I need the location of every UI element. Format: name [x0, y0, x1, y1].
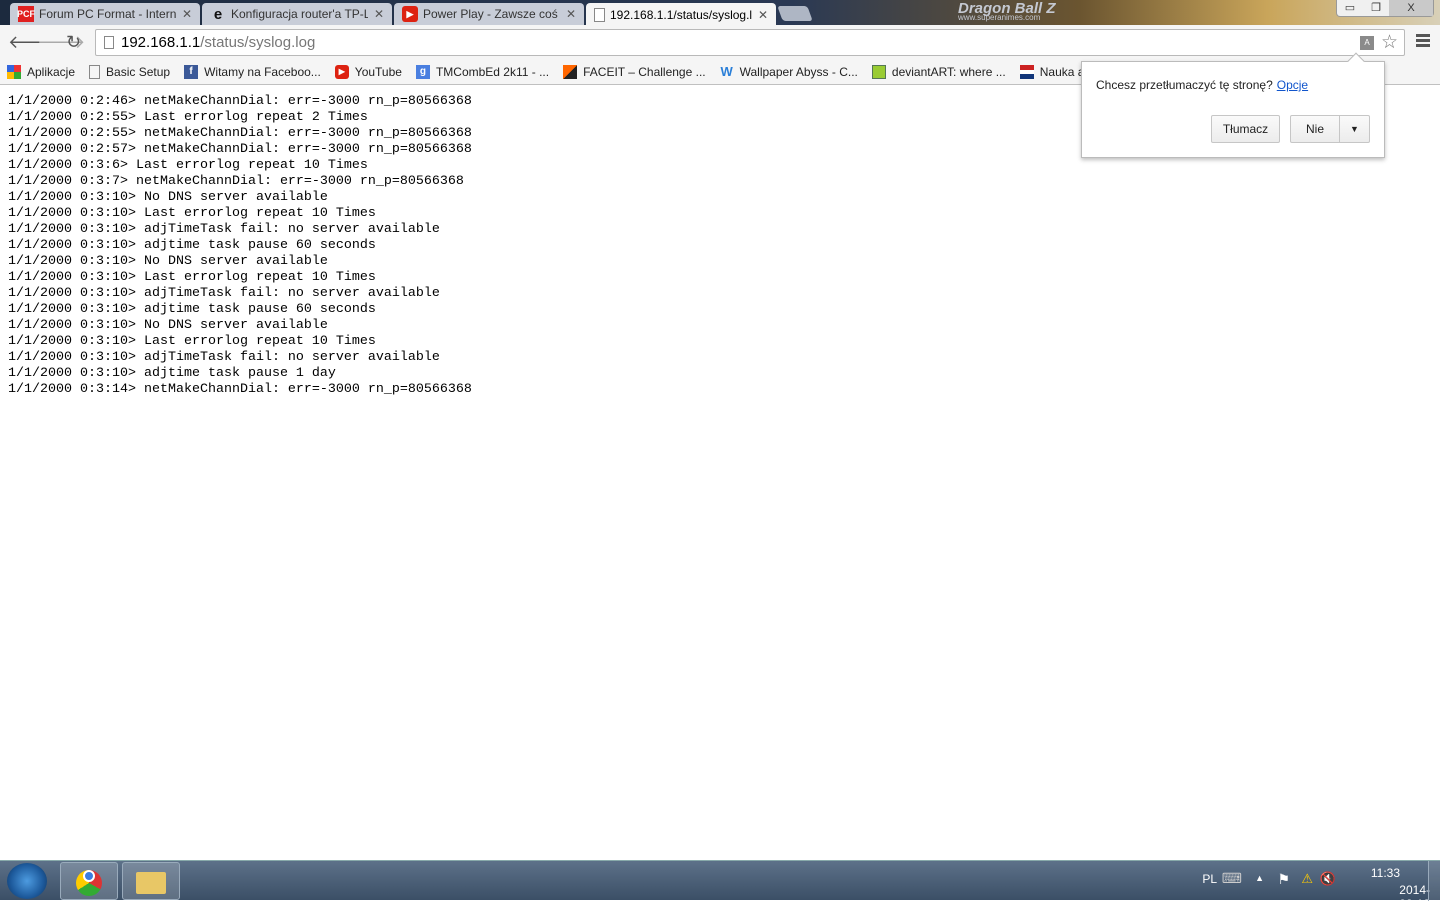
bookmark-wallpaper-abyss[interactable]: W Wallpaper Abyss - C... — [720, 64, 858, 79]
log-line: 1/1/2000 0:3:10> adjTimeTask fail: no se… — [8, 350, 440, 365]
log-line: 1/1/2000 0:3:10> Last errorlog repeat 10… — [8, 206, 376, 221]
bookmark-tmcombed[interactable]: g TMCombEd 2k11 - ... — [415, 64, 550, 79]
toolbar: 🡐 🡒 ↻ 192.168.1.1/status/syslog.log A ☆ — [0, 25, 1440, 59]
bookmark-star-icon[interactable]: ☆ — [1381, 31, 1398, 54]
close-tab-icon[interactable]: ✕ — [758, 8, 768, 22]
chrome-icon — [76, 870, 102, 896]
bookmark-label: Basic Setup — [106, 64, 171, 79]
bookmark-basic-setup[interactable]: Basic Setup — [89, 64, 171, 79]
log-line: 1/1/2000 0:3:10> adjtime task pause 60 s… — [8, 302, 376, 317]
page-icon — [104, 36, 114, 49]
question-text: Chcesz przetłumaczyć tę stronę? — [1096, 78, 1273, 92]
log-line: 1/1/2000 0:3:10> adjTimeTask fail: no se… — [8, 286, 440, 301]
tab-forum-pc-format[interactable]: PCF Forum PC Format - Intern ✕ — [10, 3, 200, 25]
bookmark-label: TMCombEd 2k11 - ... — [435, 64, 550, 79]
show-hidden-icons-icon[interactable]: ▲ — [1255, 873, 1264, 883]
apps-grid-icon — [7, 64, 21, 79]
no-button[interactable]: Nie — [1290, 115, 1340, 143]
keyboard-icon[interactable]: ⌨ — [1222, 870, 1242, 887]
new-tab-button[interactable] — [777, 6, 813, 21]
close-tab-icon[interactable]: ✕ — [374, 7, 384, 21]
tab-syslog[interactable]: 192.168.1.1/status/syslog.l ✕ — [586, 3, 776, 26]
log-line: 1/1/2000 0:3:10> No DNS server available — [8, 254, 328, 269]
clock-date[interactable]: 2014-08-18 — [1399, 883, 1430, 911]
translate-bubble: Chcesz przetłumaczyć tę stronę? Opcje Tłu… — [1081, 52, 1385, 158]
options-link[interactable]: Opcje — [1277, 78, 1308, 92]
uk-flag-icon — [1019, 64, 1034, 79]
action-center-flag-icon[interactable]: ⚑ — [1277, 871, 1290, 888]
menu-icon[interactable] — [1416, 34, 1430, 49]
bookmark-facebook[interactable]: f Witamy na Faceboo... — [184, 64, 321, 79]
bookmark-youtube[interactable]: ▶ YouTube — [334, 64, 402, 79]
log-line: 1/1/2000 0:3:10> adjTimeTask fail: no se… — [8, 222, 440, 237]
bookmark-label: Wallpaper Abyss - C... — [739, 64, 858, 79]
restore-button[interactable]: ❐ — [1363, 0, 1389, 16]
language-indicator[interactable]: PL — [1202, 872, 1217, 886]
dropdown-arrow-icon[interactable]: ▼ — [1339, 115, 1370, 143]
bookmark-label: FACEIT – Challenge ... — [583, 64, 706, 79]
pcf-favicon: PCF — [17, 6, 35, 22]
bookmark-label: YouTube — [354, 64, 402, 79]
tab-label: Forum PC Format - Intern — [39, 7, 176, 21]
wallpaper-abyss-icon: W — [720, 64, 733, 79]
faceit-icon — [563, 64, 578, 79]
log-line: 1/1/2000 0:3:10> adjtime task pause 1 da… — [8, 366, 336, 381]
log-line: 1/1/2000 0:3:10> No DNS server available — [8, 318, 328, 333]
bookmark-label: Witamy na Faceboo... — [204, 64, 321, 79]
start-button[interactable] — [7, 863, 47, 899]
syslog-content: 1/1/2000 0:2:46> netMakeChannDial: err=-… — [8, 94, 472, 398]
bookmark-faceit[interactable]: FACEIT – Challenge ... — [563, 64, 706, 79]
page-icon — [89, 64, 101, 79]
title-bar: PCF Forum PC Format - Intern ✕ e Konfigu… — [0, 0, 1440, 26]
close-button[interactable]: X — [1389, 0, 1433, 16]
taskbar-explorer[interactable] — [122, 862, 180, 900]
address-bar[interactable]: 192.168.1.1/status/syslog.log A ☆ — [95, 29, 1405, 56]
log-line: 1/1/2000 0:3:10> adjtime task pause 60 s… — [8, 238, 376, 253]
page-icon — [594, 7, 605, 22]
reload-icon[interactable]: ↻ — [66, 33, 81, 51]
log-line: 1/1/2000 0:3:10> No DNS server available — [8, 190, 328, 205]
window-controls: ▭ ❐ X — [1336, 0, 1434, 17]
minimize-button[interactable]: ▭ — [1337, 0, 1363, 16]
show-desktop-button[interactable] — [1428, 861, 1440, 901]
log-line: 1/1/2000 0:3:7> netMakeChannDial: err=-3… — [8, 174, 464, 189]
tab-power-play[interactable]: ▶ Power Play - Zawsze coś ( ✕ — [394, 3, 584, 25]
youtube-icon: ▶ — [334, 64, 349, 79]
folder-icon — [136, 872, 166, 894]
ie-favicon: e — [213, 5, 223, 23]
volume-muted-icon[interactable]: 🔇 — [1320, 871, 1336, 887]
taskbar: PL ⌨ ▲ ⚑ ⚠ 🔇 11:33 2014-08-18 — [0, 860, 1440, 911]
youtube-favicon: ▶ — [402, 6, 418, 22]
log-line: 1/1/2000 0:2:57> netMakeChannDial: err=-… — [8, 142, 472, 157]
bookmark-label: deviantART: where ... — [891, 64, 1006, 79]
deviantart-icon — [871, 64, 886, 79]
log-line: 1/1/2000 0:2:55> netMakeChannDial: err=-… — [8, 126, 472, 141]
close-tab-icon[interactable]: ✕ — [566, 7, 576, 21]
tab-label: Konfiguracja router'a TP-L — [231, 7, 368, 21]
bookmark-label: Aplikacje — [27, 64, 76, 79]
log-line: 1/1/2000 0:3:6> Last errorlog repeat 10 … — [8, 158, 368, 173]
translate-button[interactable]: Tłumacz — [1211, 115, 1280, 143]
url-text: 192.168.1.1/status/syslog.log — [121, 34, 316, 51]
tab-label: Power Play - Zawsze coś ( — [423, 7, 560, 21]
taskbar-chrome[interactable] — [60, 862, 118, 900]
log-line: 1/1/2000 0:3:14> netMakeChannDial: err=-… — [8, 382, 472, 397]
log-line: 1/1/2000 0:3:10> Last errorlog repeat 10… — [8, 270, 376, 285]
bookmark-deviantart[interactable]: deviantART: where ... — [871, 64, 1006, 79]
log-line: 1/1/2000 0:2:55> Last errorlog repeat 2 … — [8, 110, 368, 125]
log-line: 1/1/2000 0:2:46> netMakeChannDial: err=-… — [8, 94, 472, 109]
close-tab-icon[interactable]: ✕ — [182, 7, 192, 21]
google-icon: g — [415, 64, 430, 79]
log-line: 1/1/2000 0:3:10> Last errorlog repeat 10… — [8, 334, 376, 349]
tab-label: 192.168.1.1/status/syslog.l — [610, 7, 752, 22]
facebook-icon: f — [184, 64, 199, 79]
clock-time[interactable]: 11:33 — [1371, 866, 1400, 880]
network-warning-icon[interactable]: ⚠ — [1301, 871, 1313, 887]
wallpaper-subtext: www.superanimes.com — [958, 13, 1041, 22]
tab-konfiguracja[interactable]: e Konfiguracja router'a TP-L ✕ — [202, 3, 392, 25]
translate-question: Chcesz przetłumaczyć tę stronę? Opcje — [1096, 78, 1308, 92]
translate-icon[interactable]: A — [1360, 36, 1374, 50]
bookmark-aplikacje[interactable]: Aplikacje — [7, 64, 76, 79]
